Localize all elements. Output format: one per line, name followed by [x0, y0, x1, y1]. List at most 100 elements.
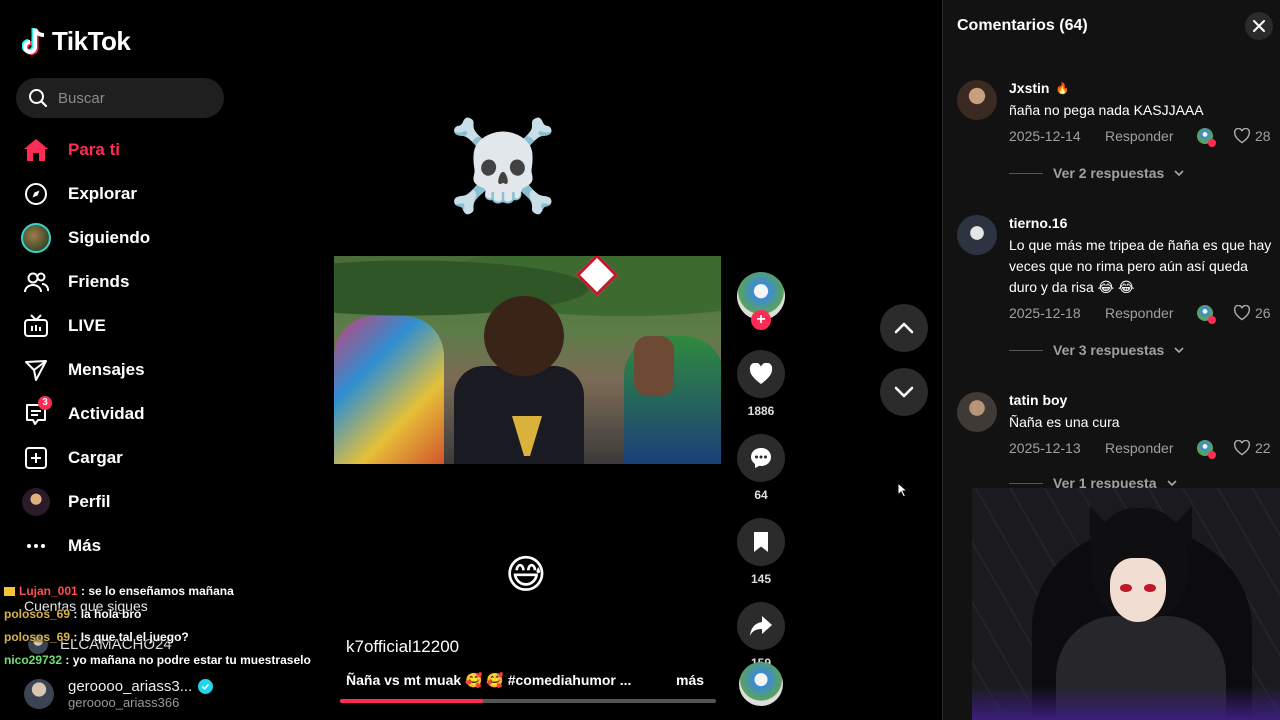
view-replies-label: Ver 2 respuestas: [1053, 165, 1165, 181]
comment-count: 64: [754, 488, 768, 502]
nav-item-explorar[interactable]: Explorar: [20, 172, 150, 216]
streamer-glow: [972, 686, 1280, 720]
following-avatar-icon: [20, 222, 52, 254]
comments-title: Comentarios (64): [957, 17, 1088, 34]
comment-like-button[interactable]: 22: [1233, 440, 1271, 456]
comment-date: 2025-12-13: [1009, 440, 1081, 456]
sweat-smile-emoji: 😅: [505, 553, 547, 597]
nav-item-actividad[interactable]: 3 Actividad: [20, 392, 150, 436]
following-handle: geroooo_ariass366: [68, 695, 180, 710]
close-icon: [1253, 20, 1265, 32]
next-video-button[interactable]: [880, 368, 928, 416]
nav-item-mas[interactable]: Más: [20, 524, 150, 568]
comment-username[interactable]: tierno.16: [1009, 215, 1067, 231]
chat-text: : se lo enseñamos mañana: [81, 584, 234, 598]
video-person-head: [484, 296, 564, 376]
reply-button[interactable]: Responder: [1105, 128, 1197, 144]
view-replies-button[interactable]: Ver 3 respuestas: [1009, 342, 1277, 358]
author-avatar[interactable]: +: [737, 272, 785, 330]
nav-item-perfil[interactable]: Perfil: [20, 480, 150, 524]
follow-plus-icon[interactable]: +: [751, 310, 771, 330]
video-person: [454, 366, 584, 464]
divider: [1009, 349, 1043, 351]
chat-user: Lujan_001: [19, 584, 78, 598]
comment-user-row: tierno.16: [1009, 215, 1277, 231]
chat-user: polosos_69: [4, 630, 71, 644]
following-item[interactable]: geroooo_ariass3... geroooo_ariass366: [24, 678, 214, 710]
chevron-down-icon: [1174, 347, 1184, 353]
streamer-eye: [1144, 584, 1156, 592]
friends-icon: [20, 266, 52, 298]
comment-username[interactable]: tatin boy: [1009, 392, 1067, 408]
music-disc[interactable]: [739, 662, 783, 706]
avatar: [24, 679, 54, 709]
comment-text: ñaña no pega nada KASJJAAA: [1009, 102, 1204, 118]
more-button[interactable]: más: [676, 672, 704, 688]
close-comments-button[interactable]: [1245, 12, 1273, 40]
more-dots-icon: [20, 530, 52, 562]
video-player[interactable]: [334, 256, 721, 464]
reply-button[interactable]: Responder: [1105, 305, 1197, 321]
nav-label: Para ti: [68, 140, 120, 159]
divider: [1009, 482, 1043, 484]
video-progress-bar[interactable]: [340, 699, 716, 703]
save-button[interactable]: [737, 518, 785, 566]
share-button[interactable]: [737, 602, 785, 650]
comment-text: Lo que más me tripea de ñaña es que hay …: [1009, 237, 1272, 295]
search-bar[interactable]: [16, 78, 224, 118]
comment-like-button[interactable]: 28: [1233, 128, 1271, 144]
previous-video-button[interactable]: [880, 304, 928, 352]
skull-emoji: ☠️: [448, 116, 558, 215]
activity-icon: 3: [20, 396, 52, 430]
comment-date: 2025-12-14: [1009, 128, 1081, 144]
heart-outline-icon: [1233, 305, 1251, 321]
mouse-cursor-icon: [897, 482, 909, 498]
upload-icon: [20, 442, 52, 474]
chevron-down-icon: [894, 386, 914, 398]
streamer-camera-overlay: [972, 488, 1280, 720]
comment-icon: [751, 448, 771, 468]
chevron-down-icon: [1166, 480, 1177, 486]
chat-text: : yo mañana no podre estar tu muestrasel…: [65, 653, 311, 667]
main-nav: Para ti Explorar Siguiendo Friends LIVE: [20, 128, 150, 568]
chat-line: nico29732 : yo mañana no podre estar tu …: [4, 649, 311, 672]
creator-liked-avatar: [1197, 128, 1216, 147]
nav-label: Cargar: [68, 448, 123, 467]
heart-outline-icon: [1233, 128, 1251, 144]
view-replies-label: Ver 3 respuestas: [1053, 342, 1165, 358]
tiktok-logo[interactable]: TikTok: [22, 26, 131, 57]
reply-button[interactable]: Responder: [1105, 440, 1197, 456]
comment-like-count: 26: [1255, 305, 1271, 321]
like-count: 1886: [747, 404, 775, 418]
search-input[interactable]: [58, 89, 208, 107]
comment-like-count: 22: [1255, 440, 1271, 456]
avatar[interactable]: [957, 392, 997, 432]
brand-name: TikTok: [52, 26, 131, 56]
chat-text: : Is que tal el juego?: [73, 630, 189, 644]
like-button[interactable]: [737, 350, 785, 398]
comment-like-button[interactable]: 26: [1233, 305, 1271, 321]
nav-label: Explorar: [68, 184, 137, 203]
following-name: geroooo_ariass3...: [68, 678, 193, 695]
comment-date: 2025-12-18: [1009, 305, 1081, 321]
nav-item-mensajes[interactable]: Mensajes: [20, 348, 150, 392]
chat-line: Lujan_001 : se lo enseñamos mañana: [4, 580, 311, 603]
video-author[interactable]: k7official12200: [346, 637, 459, 657]
nav-item-para-ti[interactable]: Para ti: [20, 128, 150, 172]
view-replies-button[interactable]: Ver 2 respuestas: [1009, 165, 1277, 181]
tiktok-note-icon: [22, 27, 45, 55]
send-icon: [20, 354, 52, 386]
comment-user-row: tatin boy: [1009, 392, 1277, 408]
chat-user: nico29732: [4, 653, 63, 667]
avatar[interactable]: [957, 80, 997, 120]
nav-label: Mensajes: [68, 360, 145, 379]
nav-item-siguiendo[interactable]: Siguiendo: [20, 216, 150, 260]
nav-item-live[interactable]: LIVE: [20, 304, 150, 348]
comment-button[interactable]: [737, 434, 785, 482]
heart-icon: [749, 363, 773, 384]
nav-label: Friends: [68, 272, 130, 291]
nav-item-friends[interactable]: Friends: [20, 260, 150, 304]
comment-username[interactable]: Jxstin: [1009, 80, 1049, 96]
avatar[interactable]: [957, 215, 997, 255]
nav-item-cargar[interactable]: Cargar: [20, 436, 150, 480]
